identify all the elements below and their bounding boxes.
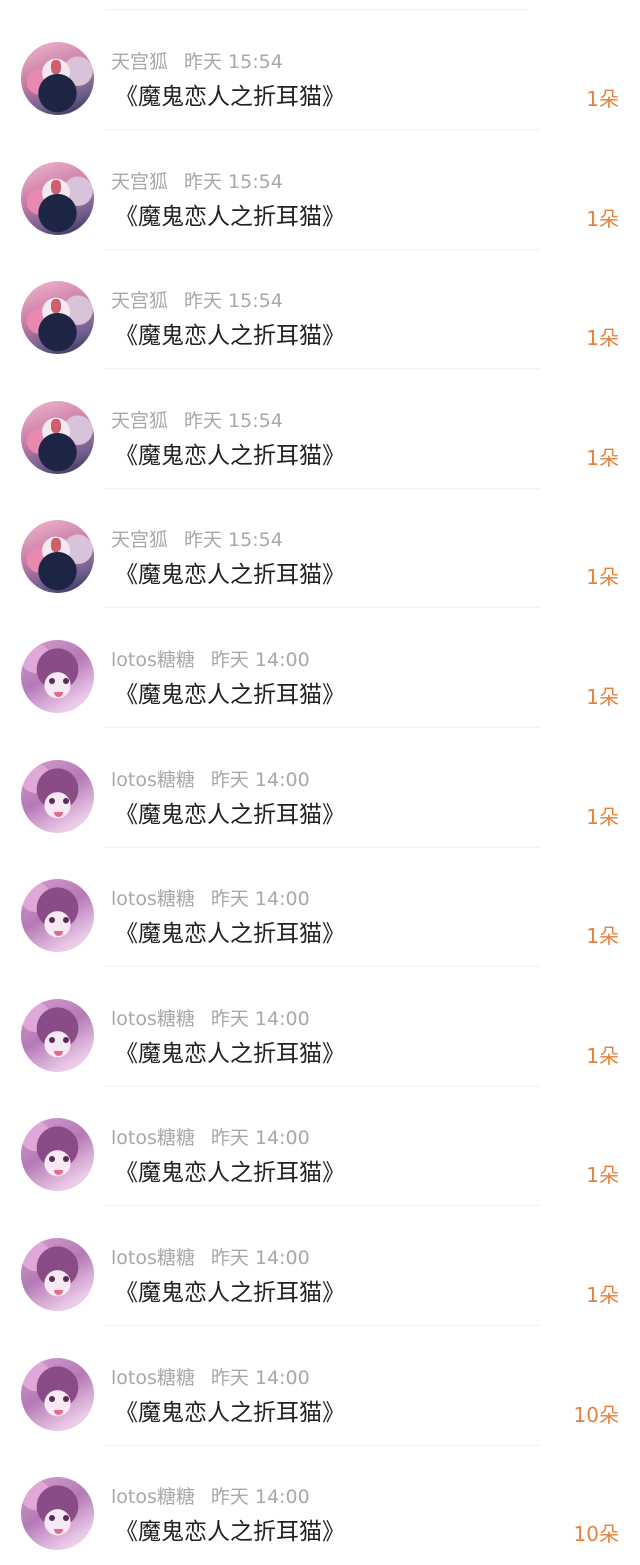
username[interactable]: lotos糖糖 — [111, 1367, 195, 1389]
list-item[interactable]: lotos糖糖 昨天 14:00 《魔鬼恋人之折耳猫》 10朵 — [0, 1445, 640, 1565]
book-title[interactable]: 《魔鬼恋人之折耳猫》 — [115, 203, 345, 231]
list-item[interactable]: 天宫狐 昨天 15:54 《魔鬼恋人之折耳猫》 1朵 — [0, 249, 640, 370]
flower-count: 10朵 — [573, 1402, 619, 1427]
item-meta: lotos糖糖 昨天 14:00 — [111, 1485, 310, 1509]
timestamp: 昨天 14:00 — [210, 1486, 310, 1509]
item-meta: 天宫狐 昨天 15:54 — [111, 528, 283, 552]
book-title[interactable]: 《魔鬼恋人之折耳猫》 — [115, 1279, 345, 1307]
timestamp: 昨天 14:00 — [210, 1007, 310, 1030]
flower-count: 1朵 — [586, 87, 619, 111]
timestamp: 昨天 14:00 — [210, 1366, 310, 1389]
flower-count: 1朵 — [586, 1043, 619, 1068]
flower-count: 1朵 — [586, 1283, 619, 1307]
item-meta: lotos糖糖 昨天 14:00 — [111, 1246, 310, 1270]
list-item[interactable]: lotos糖糖 昨天 14:00 《魔鬼恋人之折耳猫》 1朵 — [0, 1086, 640, 1207]
flower-count: 1朵 — [586, 206, 619, 231]
book-title[interactable]: 《魔鬼恋人之折耳猫》 — [115, 1159, 345, 1187]
avatar[interactable] — [21, 42, 94, 115]
timestamp: 昨天 14:00 — [210, 649, 310, 671]
avatar[interactable] — [21, 1118, 94, 1192]
list-item[interactable]: 天宫狐 昨天 15:54 《魔鬼恋人之折耳猫》 1朵 — [0, 369, 640, 489]
list-item[interactable]: lotos糖糖 昨天 14:00 《魔鬼恋人之折耳猫》 1朵 — [0, 967, 640, 1087]
list-item[interactable]: lotos糖糖 昨天 14:00 《魔鬼恋人之折耳猫》 10朵 — [0, 1326, 640, 1446]
timestamp: 昨天 14:00 — [210, 888, 310, 911]
book-title[interactable]: 《魔鬼恋人之折耳猫》 — [115, 681, 345, 709]
item-meta: lotos糖糖 昨天 14:00 — [111, 768, 310, 792]
flower-count: 1朵 — [586, 445, 619, 470]
book-title[interactable]: 《魔鬼恋人之折耳猫》 — [115, 322, 345, 350]
flower-count: 1朵 — [586, 326, 619, 351]
avatar[interactable] — [21, 1477, 94, 1551]
list-item[interactable]: 天宫狐 昨天 15:54 《魔鬼恋人之折耳猫》 1朵 — [0, 10, 640, 130]
avatar[interactable] — [21, 161, 94, 235]
timestamp: 昨天 15:54 — [184, 51, 283, 73]
item-meta: 天宫狐 昨天 15:54 — [111, 170, 283, 194]
timestamp: 昨天 15:54 — [184, 170, 283, 193]
avatar[interactable] — [21, 1357, 94, 1431]
username[interactable]: lotos糖糖 — [111, 769, 195, 791]
gift-record-list: 天宫狐 昨天 15:54 《魔鬼恋人之折耳猫》 1朵 天宫狐 昨天 15:54 《魔… — [0, 0, 640, 1565]
book-title[interactable]: 《魔鬼恋人之折耳猫》 — [115, 801, 345, 829]
avatar[interactable] — [21, 998, 94, 1072]
flower-count: 10朵 — [573, 1522, 619, 1547]
flower-count: 1朵 — [586, 565, 619, 590]
avatar[interactable] — [21, 281, 94, 355]
flower-count: 1朵 — [586, 1163, 619, 1188]
list-item[interactable]: lotos糖糖 昨天 14:00 《魔鬼恋人之折耳猫》 1朵 — [0, 608, 640, 728]
book-title[interactable]: 《魔鬼恋人之折耳猫》 — [115, 1040, 345, 1068]
book-title[interactable]: 《魔鬼恋人之折耳猫》 — [115, 561, 345, 589]
username[interactable]: 天宫狐 — [111, 290, 168, 312]
list-item[interactable]: lotos糖糖 昨天 14:00 《魔鬼恋人之折耳猫》 1朵 — [0, 728, 640, 848]
flower-count: 1朵 — [586, 924, 619, 949]
avatar[interactable] — [21, 400, 94, 474]
list-item[interactable]: lotos糖糖 昨天 14:00 《魔鬼恋人之折耳猫》 1朵 — [0, 1206, 640, 1326]
username[interactable]: lotos糖糖 — [111, 1486, 195, 1508]
flower-count: 1朵 — [586, 685, 619, 709]
avatar[interactable] — [21, 640, 94, 713]
list-item[interactable]: lotos糖糖 昨天 14:00 《魔鬼恋人之折耳猫》 1朵 — [0, 847, 640, 968]
item-meta: 天宫狐 昨天 15:54 — [111, 289, 283, 313]
avatar[interactable] — [21, 879, 94, 953]
username[interactable]: 天宫狐 — [111, 410, 168, 432]
flower-count: 1朵 — [586, 804, 619, 829]
timestamp: 昨天 15:54 — [184, 529, 283, 552]
book-title[interactable]: 《魔鬼恋人之折耳猫》 — [115, 442, 345, 470]
username[interactable]: 天宫狐 — [111, 529, 168, 551]
username[interactable]: lotos糖糖 — [111, 888, 195, 910]
username[interactable]: lotos糖糖 — [111, 1127, 195, 1149]
avatar[interactable] — [21, 1238, 94, 1311]
book-title[interactable]: 《魔鬼恋人之折耳猫》 — [115, 83, 345, 111]
username[interactable]: lotos糖糖 — [111, 649, 195, 671]
timestamp: 昨天 15:54 — [184, 409, 283, 432]
item-meta: 天宫狐 昨天 15:54 — [111, 409, 283, 433]
timestamp: 昨天 14:00 — [210, 1247, 310, 1269]
item-meta: lotos糖糖 昨天 14:00 — [111, 648, 310, 672]
item-meta: lotos糖糖 昨天 14:00 — [111, 1126, 310, 1150]
timestamp: 昨天 15:54 — [184, 290, 283, 313]
username[interactable]: lotos糖糖 — [111, 1008, 195, 1030]
book-title[interactable]: 《魔鬼恋人之折耳猫》 — [115, 920, 345, 948]
timestamp: 昨天 14:00 — [210, 768, 310, 791]
item-meta: lotos糖糖 昨天 14:00 — [111, 1007, 310, 1031]
item-meta: lotos糖糖 昨天 14:00 — [111, 887, 310, 911]
item-meta: lotos糖糖 昨天 14:00 — [111, 1366, 310, 1390]
username[interactable]: lotos糖糖 — [111, 1247, 195, 1269]
list-item[interactable]: 天宫狐 昨天 15:54 《魔鬼恋人之折耳猫》 1朵 — [0, 488, 640, 609]
avatar[interactable] — [21, 520, 94, 594]
list-item[interactable]: 天宫狐 昨天 15:54 《魔鬼恋人之折耳猫》 1朵 — [0, 130, 640, 250]
timestamp: 昨天 14:00 — [210, 1127, 310, 1150]
item-meta: 天宫狐 昨天 15:54 — [111, 50, 283, 74]
avatar[interactable] — [21, 759, 94, 833]
username[interactable]: 天宫狐 — [111, 51, 168, 73]
username[interactable]: 天宫狐 — [111, 171, 168, 193]
book-title[interactable]: 《魔鬼恋人之折耳猫》 — [115, 1518, 345, 1546]
book-title[interactable]: 《魔鬼恋人之折耳猫》 — [115, 1399, 345, 1427]
